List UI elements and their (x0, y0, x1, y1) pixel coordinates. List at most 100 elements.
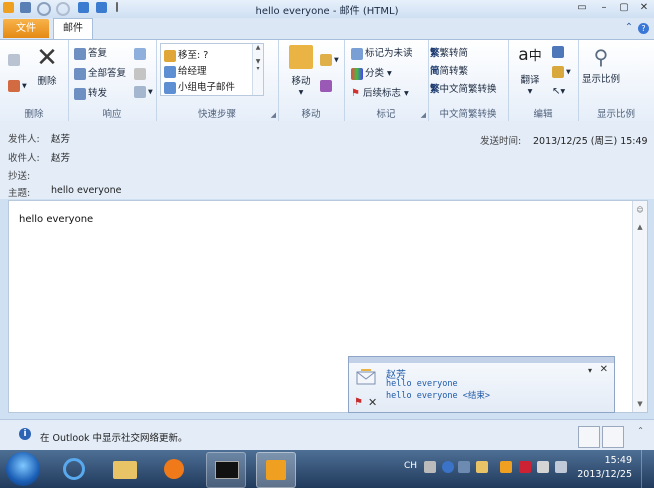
find-icon[interactable] (552, 46, 566, 58)
mail-forward-icon (164, 65, 176, 78)
person-icon-2[interactable] (602, 426, 624, 448)
group-delete: ▾ ✕ 删除 删除 (0, 40, 69, 121)
delete-icon[interactable]: ✕ (368, 396, 377, 409)
tab-mail[interactable]: 邮件 (53, 18, 93, 40)
media-player-icon[interactable] (155, 452, 193, 486)
group-label-zoom: 显示比例 (596, 109, 635, 120)
reply-all-button[interactable]: 全部答复 (74, 65, 126, 80)
flag-icon[interactable]: ⚑ (354, 397, 363, 408)
rules-icon[interactable]: ▾ (320, 54, 339, 66)
quick-steps-scroll[interactable]: ▲ ▼ ▾ (252, 44, 263, 95)
mail-tray-icon[interactable] (476, 461, 488, 473)
follow-up-button[interactable]: ⚑ 后续标志 ▾ (351, 85, 409, 99)
zoom-button[interactable]: ⚲ 显示比例 (580, 43, 622, 85)
new-mail-desktop-alert[interactable]: ▾ ✕ 赵芳 hello everyone hello everyone <结束… (348, 356, 615, 413)
related-icon[interactable]: ▾ (552, 66, 571, 78)
forward-button[interactable]: 转发 (74, 85, 107, 100)
ignore-icon[interactable] (8, 54, 22, 66)
mark-unread-button[interactable]: 标记为未读 (351, 45, 413, 60)
to-value[interactable]: 赵芳 (51, 150, 70, 164)
categorize-button[interactable]: 分类 ▾ (351, 65, 392, 80)
reply-icon (74, 47, 86, 60)
message-body-text: hello everyone (19, 214, 94, 225)
reply-button[interactable]: 答复 (74, 45, 107, 60)
cc-label: 抄送: (8, 171, 31, 182)
ribbon: ▾ ✕ 删除 删除 答复 全部答复 转发 ▾ 响应 移至: ? 给经理 小组电子… (0, 39, 654, 122)
group-tags: 标记为未读 分类 ▾ ⚑ 后续标志 ▾ 标记 ◢ (344, 40, 429, 121)
scroll-up-arrow-icon[interactable]: ▲ (633, 221, 647, 233)
help-icon[interactable]: ? (638, 23, 649, 34)
group-label-respond: 响应 (102, 109, 122, 120)
ime-language-indicator[interactable]: CH (404, 461, 417, 471)
group-respond: 答复 全部答复 转发 ▾ 响应 (68, 40, 157, 121)
tab-file[interactable]: 文件 (3, 19, 49, 38)
subject-label: 主题: (8, 188, 31, 199)
group-zoom: ⚲ 显示比例 显示比例 (578, 40, 654, 121)
convert-button[interactable]: 繁中文简繁转换 (430, 81, 497, 95)
scroll-down-arrow-icon[interactable]: ▼ (633, 398, 647, 410)
quick-step-move-to[interactable]: 移至: ? (164, 47, 208, 62)
ime-options-icon[interactable] (458, 461, 470, 473)
start-button[interactable] (6, 452, 40, 486)
person-icon[interactable] (578, 426, 600, 448)
outlook-taskbar-icon[interactable] (256, 452, 296, 488)
group-quick-steps: 移至: ? 给经理 小组电子邮件 ▲ ▼ ▾ 快速步骤 ◢ (156, 40, 279, 121)
im-icon[interactable] (134, 68, 148, 80)
command-prompt-icon[interactable] (206, 452, 246, 488)
show-desktop-button[interactable] (641, 450, 654, 488)
explorer-folder-icon[interactable] (106, 452, 144, 486)
quick-step-to-manager[interactable]: 给经理 (164, 63, 207, 78)
clock-date[interactable]: 2013/12/25 (577, 469, 632, 480)
select-icon[interactable]: ↖▾ (552, 86, 565, 97)
outlook-tray-icon[interactable] (500, 461, 512, 473)
social-update-text[interactable]: 在 Outlook 中显示社交网络更新。 (40, 430, 188, 444)
help-tray-icon[interactable] (442, 461, 454, 473)
volume-icon[interactable] (555, 461, 567, 473)
collapse-ribbon-icon[interactable]: ⌃ (622, 21, 636, 35)
translate-button[interactable]: a中 翻译 ▾ (514, 43, 546, 97)
flag-tray-icon[interactable] (537, 461, 549, 473)
group-label-delete: 删除 (24, 109, 44, 120)
simp-to-trad-icon: 简 (430, 66, 440, 77)
translate-icon: a中 (518, 45, 542, 65)
close-button[interactable]: ✕ (634, 1, 654, 15)
tags-launcher-icon[interactable]: ◢ (421, 111, 426, 119)
magnifier-icon: ⚲ (593, 45, 609, 69)
group-edit: a中 翻译 ▾ ▾ ↖▾ 编辑 (508, 40, 579, 121)
to-simplified-button[interactable]: 繁繁转简 (430, 45, 468, 59)
keyboard-icon[interactable] (424, 461, 436, 473)
alert-close-icon[interactable]: ✕ (600, 364, 608, 375)
group-label-chinese: 中文简繁转换 (439, 109, 497, 120)
group-label-quick-steps: 快速步骤 (197, 109, 236, 120)
group-label-tags: 标记 (376, 109, 396, 120)
alert-drag-grip[interactable] (349, 357, 614, 363)
ribbon-options-icon[interactable]: ▭ (572, 1, 592, 15)
junk-icon[interactable]: ▾ (8, 80, 27, 92)
clock-time[interactable]: 15:49 (605, 455, 632, 466)
from-value[interactable]: 赵芳 (51, 131, 70, 145)
alert-menu-icon[interactable]: ▾ (588, 366, 592, 375)
restore-button[interactable]: ▢ (614, 1, 634, 15)
group-chinese-conversion: 繁繁转简 简简转繁 繁中文简繁转换 中文简繁转换 (428, 40, 509, 121)
vertical-scrollbar[interactable]: ☺ ▲ ▼ (632, 201, 647, 412)
convert-icon: 繁 (430, 84, 440, 95)
expand-social-icon[interactable]: ⌃ (637, 426, 644, 435)
scroll-people-icon[interactable]: ☺ (633, 204, 647, 216)
minimize-button[interactable]: – (594, 1, 614, 15)
quick-step-team-email[interactable]: 小组电子邮件 (164, 79, 235, 94)
delete-button[interactable]: ✕ 删除 (34, 43, 60, 87)
alert-preview: hello everyone <结束> (386, 391, 490, 401)
internet-explorer-icon[interactable] (55, 452, 93, 486)
move-button[interactable]: 移动 ▾ (286, 45, 316, 98)
quick-steps-launcher-icon[interactable]: ◢ (271, 111, 276, 119)
group-move: 移动 ▾ ▾ 移动 (278, 40, 345, 121)
ribbon-tabs: 文件 邮件 ⌃ ? (0, 18, 654, 40)
more-respond-icon[interactable]: ▾ (134, 86, 153, 98)
to-traditional-button[interactable]: 简简转繁 (430, 63, 468, 77)
meeting-icon[interactable] (134, 48, 148, 60)
envelope-icon (351, 47, 363, 60)
group-label-edit: 编辑 (533, 109, 553, 120)
onenote-icon[interactable] (320, 80, 334, 92)
network-error-icon[interactable] (519, 461, 531, 473)
windows-taskbar: CH 15:49 2013/12/25 (0, 450, 654, 488)
